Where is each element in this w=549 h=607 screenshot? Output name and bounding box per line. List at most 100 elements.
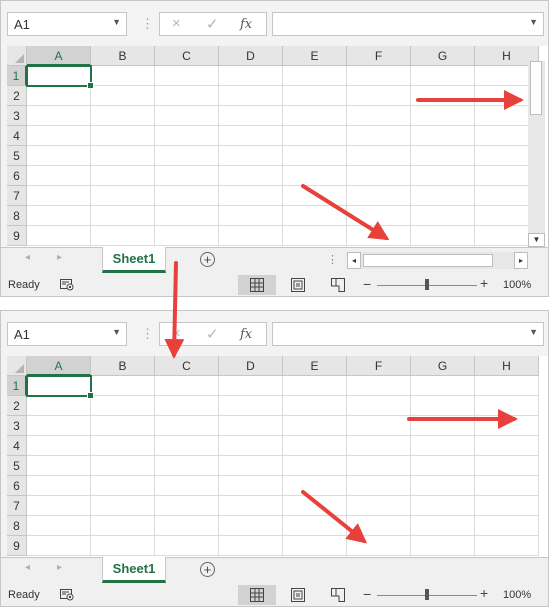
cancel-icon[interactable]: ×: [172, 15, 181, 32]
cell[interactable]: [219, 226, 283, 246]
split-handle-icon[interactable]: ⋮: [327, 253, 338, 266]
cell[interactable]: [27, 456, 91, 476]
cell[interactable]: [27, 146, 91, 166]
cell[interactable]: [91, 126, 155, 146]
page-layout-icon[interactable]: [279, 275, 317, 295]
cell[interactable]: [347, 126, 411, 146]
cell[interactable]: [475, 496, 539, 516]
expand-formula-icon[interactable]: ▼: [529, 17, 538, 27]
scroll-right-icon[interactable]: ▸: [514, 252, 528, 269]
cell[interactable]: [91, 166, 155, 186]
cell[interactable]: [475, 456, 539, 476]
cell[interactable]: [411, 206, 475, 226]
cell[interactable]: [347, 146, 411, 166]
row-header-3[interactable]: 3: [7, 416, 27, 436]
column-header-a[interactable]: A: [27, 356, 91, 376]
row-header-9[interactable]: 9: [7, 226, 27, 246]
cell[interactable]: [155, 436, 219, 456]
cell[interactable]: [219, 86, 283, 106]
cell[interactable]: [155, 86, 219, 106]
zoom-level[interactable]: 100%: [503, 589, 531, 601]
cell[interactable]: [219, 66, 283, 86]
cell[interactable]: [27, 166, 91, 186]
cell[interactable]: [283, 496, 347, 516]
row-header-4[interactable]: 4: [7, 436, 27, 456]
cell[interactable]: [91, 476, 155, 496]
cell[interactable]: [219, 206, 283, 226]
cell[interactable]: [27, 86, 91, 106]
cell[interactable]: [155, 376, 219, 396]
cell[interactable]: [283, 146, 347, 166]
cell[interactable]: [475, 416, 539, 436]
vertical-scrollbar[interactable]: ▼: [528, 61, 545, 247]
cell[interactable]: [411, 516, 475, 536]
cell[interactable]: [219, 436, 283, 456]
cell[interactable]: [219, 416, 283, 436]
cell[interactable]: [219, 106, 283, 126]
cell[interactable]: [155, 126, 219, 146]
select-all-button[interactable]: [7, 356, 27, 376]
zoom-slider-thumb[interactable]: [425, 589, 429, 600]
expand-formula-icon[interactable]: ▼: [529, 327, 538, 337]
row-header-6[interactable]: 6: [7, 476, 27, 496]
cell[interactable]: [155, 416, 219, 436]
column-header-e[interactable]: E: [283, 46, 347, 66]
row-header-8[interactable]: 8: [7, 206, 27, 226]
cell[interactable]: [411, 476, 475, 496]
normal-view-icon[interactable]: [238, 585, 276, 605]
scroll-left-icon[interactable]: ◂: [347, 252, 361, 269]
cell[interactable]: [219, 146, 283, 166]
cell[interactable]: [91, 436, 155, 456]
cell[interactable]: [91, 456, 155, 476]
cell[interactable]: [475, 396, 539, 416]
cell[interactable]: [411, 166, 475, 186]
cell[interactable]: [411, 536, 475, 556]
cell[interactable]: [347, 166, 411, 186]
cell[interactable]: [347, 106, 411, 126]
cell[interactable]: [219, 166, 283, 186]
zoom-out-icon[interactable]: −: [363, 586, 371, 602]
cell[interactable]: [475, 476, 539, 496]
cell[interactable]: [475, 536, 539, 556]
column-header-f[interactable]: F: [347, 46, 411, 66]
cell[interactable]: [155, 396, 219, 416]
zoom-out-icon[interactable]: −: [363, 276, 371, 292]
cell[interactable]: [91, 496, 155, 516]
add-sheet-icon[interactable]: +: [200, 252, 215, 267]
cell[interactable]: [27, 106, 91, 126]
column-header-d[interactable]: D: [219, 46, 283, 66]
cell[interactable]: [155, 496, 219, 516]
cell[interactable]: [219, 456, 283, 476]
column-header-e[interactable]: E: [283, 356, 347, 376]
row-header-7[interactable]: 7: [7, 186, 27, 206]
cell[interactable]: [411, 186, 475, 206]
zoom-slider-thumb[interactable]: [425, 279, 429, 290]
cell[interactable]: [91, 396, 155, 416]
cancel-icon[interactable]: ×: [172, 325, 181, 342]
zoom-in-icon[interactable]: +: [480, 275, 488, 291]
column-header-c[interactable]: C: [155, 46, 219, 66]
cell[interactable]: [283, 66, 347, 86]
cell[interactable]: [475, 436, 539, 456]
cell[interactable]: [347, 476, 411, 496]
cell[interactable]: [91, 416, 155, 436]
zoom-level[interactable]: 100%: [503, 279, 531, 291]
cell[interactable]: [219, 126, 283, 146]
cell[interactable]: [27, 126, 91, 146]
row-header-5[interactable]: 5: [7, 456, 27, 476]
cell[interactable]: [411, 436, 475, 456]
cell[interactable]: [155, 516, 219, 536]
column-header-c[interactable]: C: [155, 356, 219, 376]
page-break-preview-icon[interactable]: [319, 585, 357, 605]
cell[interactable]: [411, 106, 475, 126]
formula-input[interactable]: ▼: [272, 12, 544, 36]
cell[interactable]: [155, 186, 219, 206]
cell[interactable]: [27, 396, 91, 416]
cell[interactable]: [283, 126, 347, 146]
cell[interactable]: [347, 416, 411, 436]
cell[interactable]: [155, 456, 219, 476]
cell[interactable]: [411, 86, 475, 106]
cell[interactable]: [411, 496, 475, 516]
column-header-f[interactable]: F: [347, 356, 411, 376]
macro-record-icon[interactable]: [60, 588, 74, 601]
